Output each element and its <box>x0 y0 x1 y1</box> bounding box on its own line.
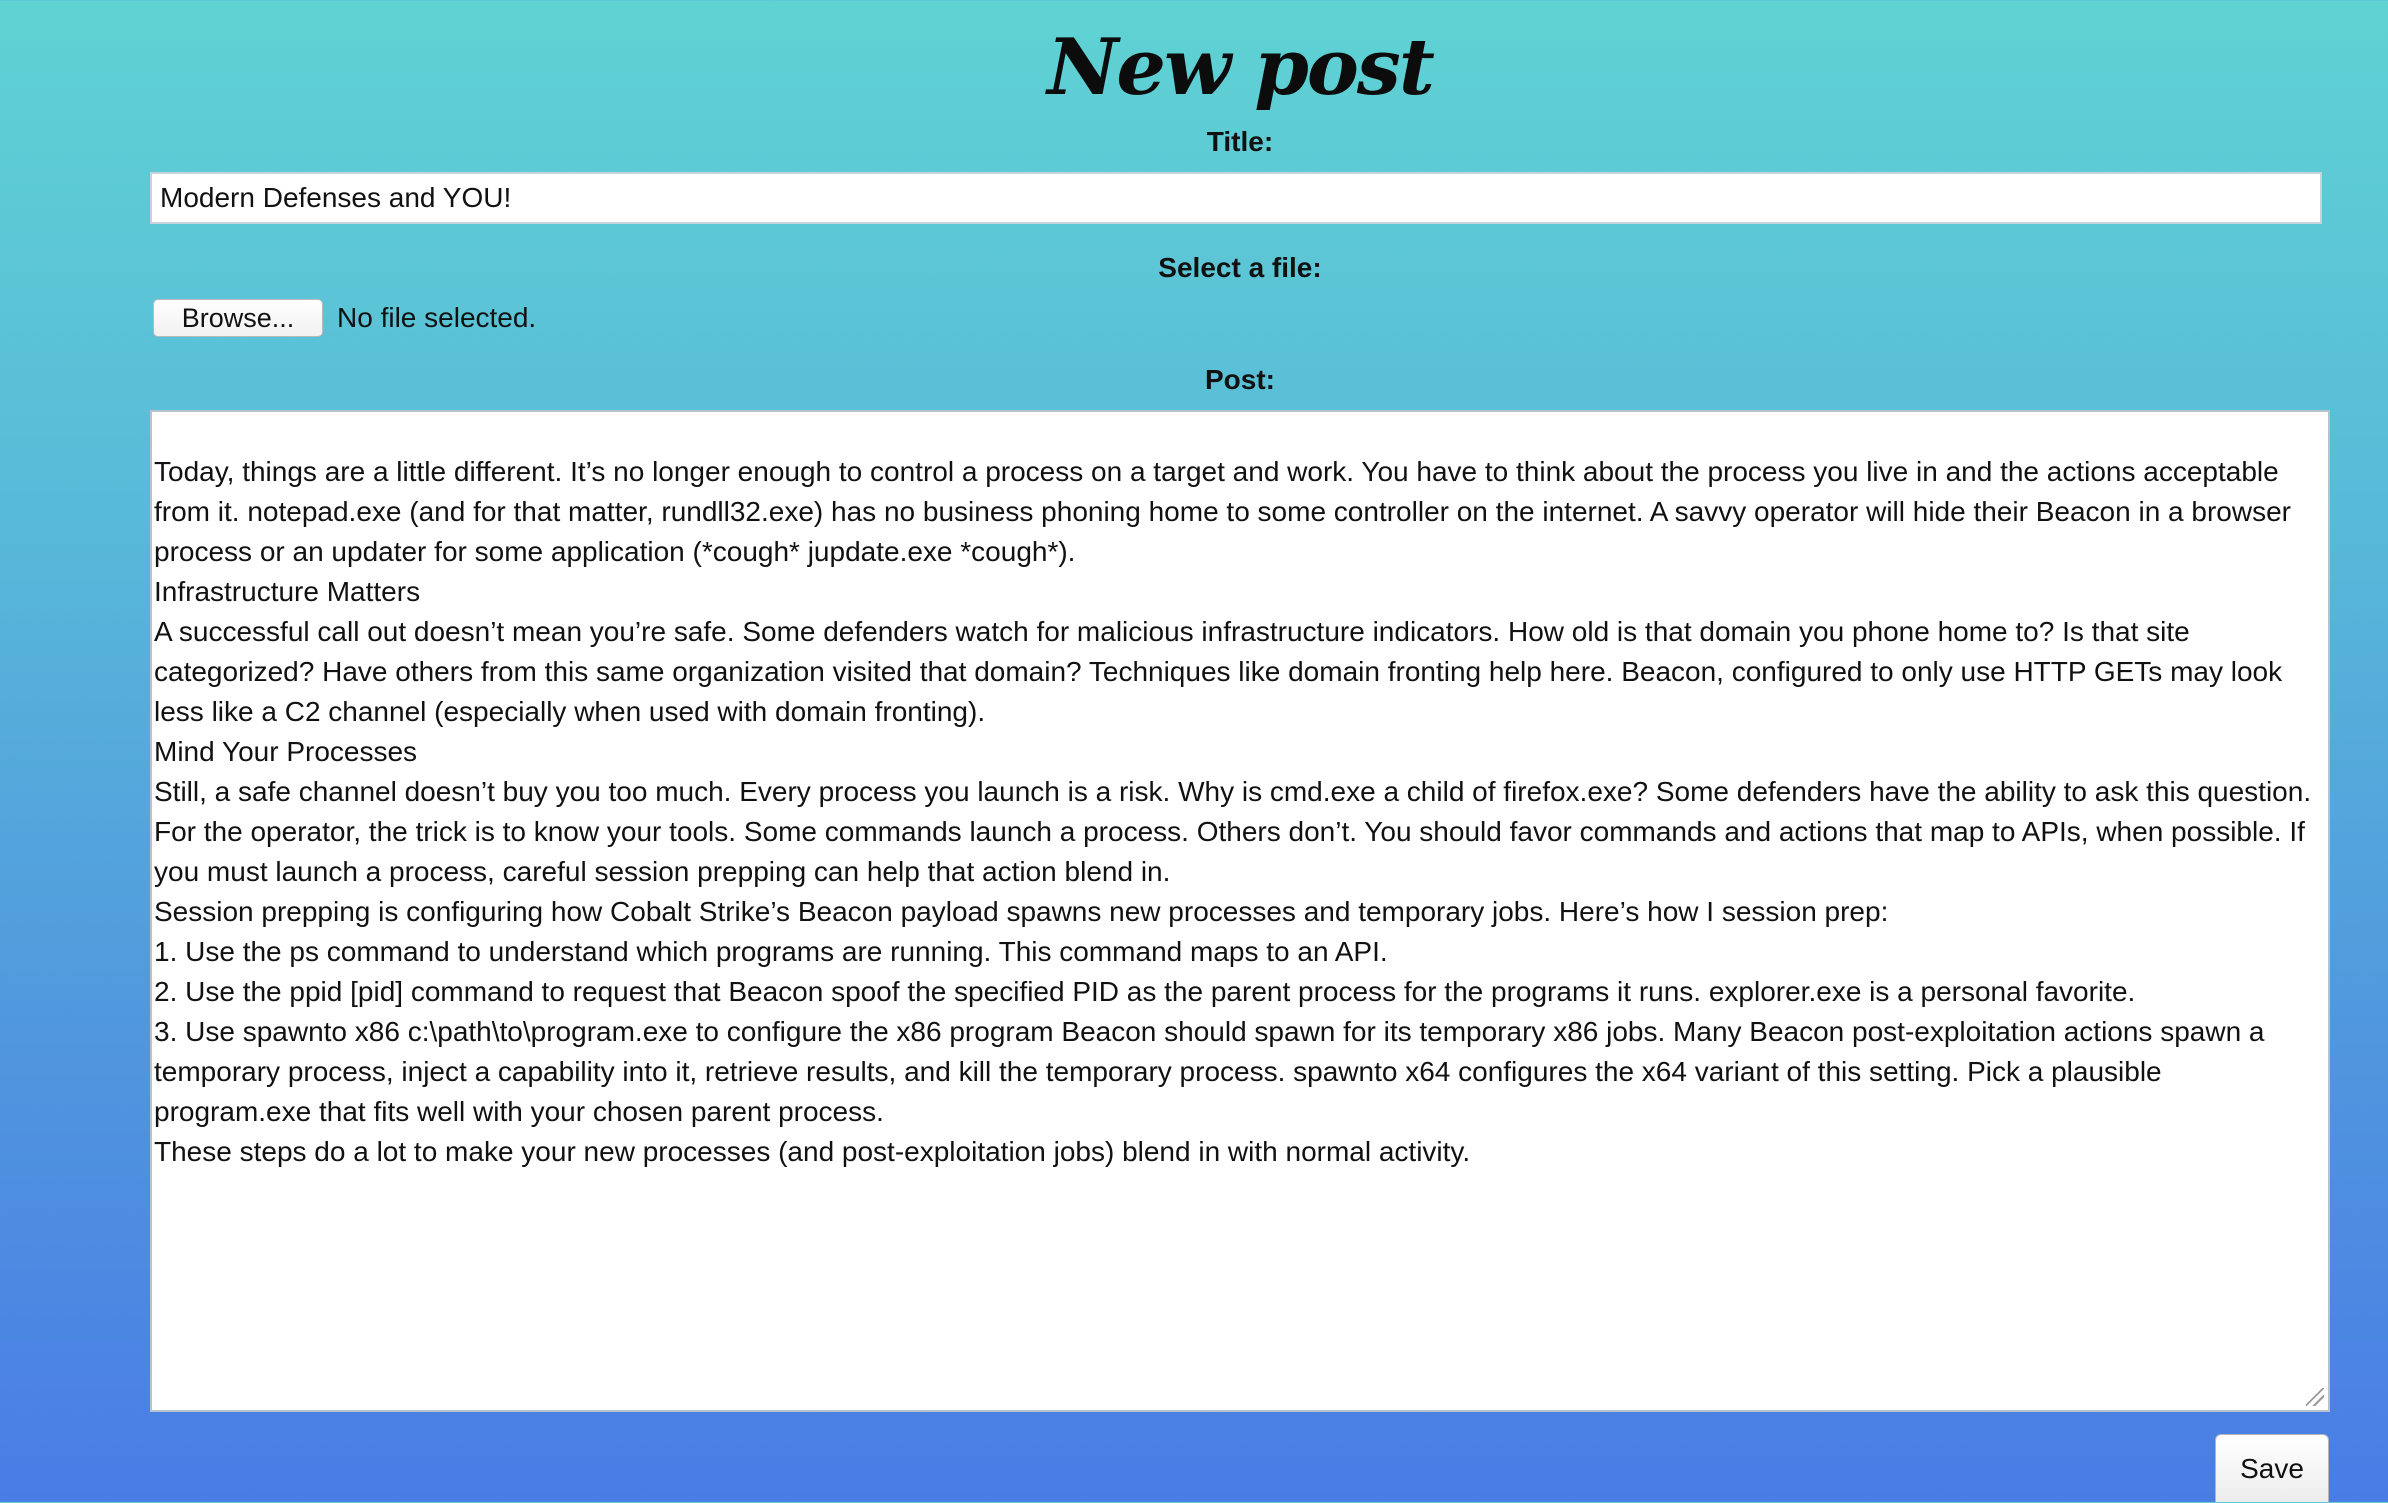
file-label: Select a file: <box>1158 252 1322 283</box>
post-paragraph: Mind Your Processes <box>154 736 418 767</box>
resize-handle-icon[interactable] <box>2306 1388 2324 1406</box>
post-paragraph: Infrastructure Matters <box>154 576 421 607</box>
save-button[interactable]: Save <box>2215 1434 2329 1502</box>
post-paragraph: These steps do a lot to make your new pr… <box>154 1136 1471 1167</box>
post-paragraph: 1. Use the ps command to understand whic… <box>154 936 1388 967</box>
post-label: Post: <box>1205 364 1275 395</box>
file-status-text: No file selected. <box>337 302 537 333</box>
post-paragraph: Today, things are a little different. It… <box>154 456 2299 567</box>
post-paragraph: Still, a safe channel doesn’t buy you to… <box>154 776 2319 887</box>
title-input[interactable] <box>150 172 2322 224</box>
post-textarea[interactable]: Today, things are a little different. It… <box>150 410 2330 1412</box>
page-title: New post <box>1047 22 1435 113</box>
post-paragraph: 3. Use spawnto x86 c:\path\to\program.ex… <box>154 1016 2273 1127</box>
title-label: Title: <box>1206 126 1274 157</box>
post-paragraph: A successful call out doesn’t mean you’r… <box>154 616 2290 727</box>
post-paragraph: Session prepping is configuring how Coba… <box>154 896 1889 927</box>
browse-button[interactable]: Browse... <box>153 299 323 337</box>
post-paragraph: 2. Use the ppid [pid] command to request… <box>154 976 2136 1007</box>
